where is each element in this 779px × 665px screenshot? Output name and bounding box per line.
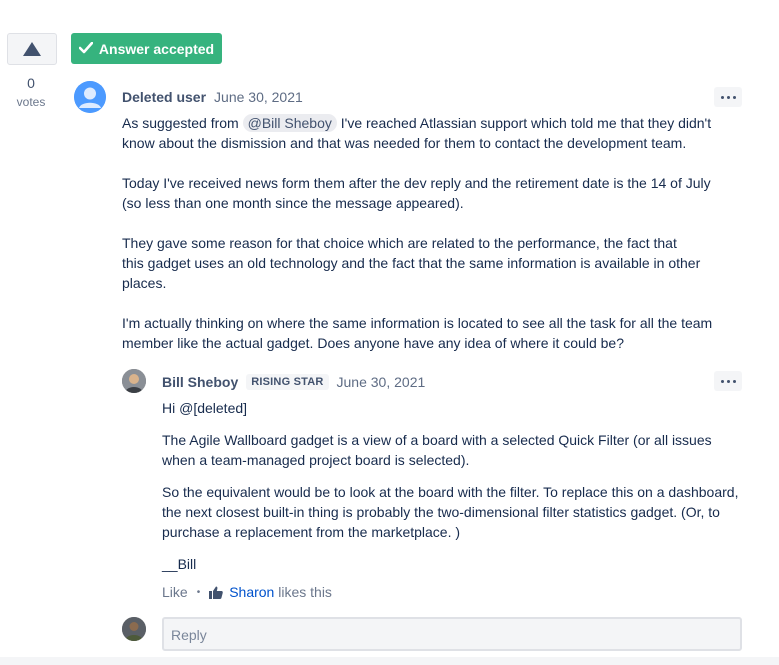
answer-paragraph: I'm actually thinking on where the same … — [122, 315, 713, 351]
avatar[interactable] — [74, 81, 106, 113]
checkmark-icon — [78, 41, 94, 57]
caret-up-icon — [23, 42, 41, 56]
commenter-name[interactable]: Bill Sheboy — [162, 374, 238, 390]
answer-paragraph: Today I've received news form them after… — [122, 175, 711, 211]
like-row: Like • Sharon likes this — [162, 584, 332, 600]
comment-more-button[interactable] — [714, 371, 742, 391]
separator: • — [196, 586, 201, 598]
footer-divider — [0, 657, 779, 665]
vote-label: votes — [16, 95, 46, 109]
author-name[interactable]: Deleted user — [122, 89, 206, 105]
commenter-avatar[interactable] — [122, 369, 146, 393]
user-avatar-icon — [74, 81, 106, 113]
answer-paragraph: As suggested from @Bill Sheboy I've reac… — [122, 114, 712, 151]
more-options-icon — [720, 379, 736, 383]
answer-accepted-badge: Answer accepted — [71, 33, 222, 64]
answer-header: Deleted user June 30, 2021 — [122, 89, 303, 105]
comment-date[interactable]: June 30, 2021 — [337, 374, 426, 390]
comment-paragraph: The Agile Wallboard gadget is a view of … — [162, 432, 712, 468]
post-date[interactable]: June 30, 2021 — [214, 89, 303, 105]
person-photo-icon — [122, 617, 146, 641]
comment-body: Hi @[deleted] The Agile Wallboard gadget… — [162, 398, 740, 574]
answer-accepted-label: Answer accepted — [98, 40, 215, 57]
like-button[interactable]: Like — [162, 584, 188, 600]
answer-paragraph: They gave some reason for that choice wh… — [122, 235, 701, 291]
upvote-button[interactable] — [7, 33, 57, 65]
answer-body: As suggested from @Bill Sheboy I've reac… — [122, 113, 722, 353]
vote-count: 0 — [27, 75, 35, 91]
comment-header: Bill Sheboy RISING STAR June 30, 2021 — [162, 374, 425, 390]
likes-suffix: likes this — [274, 584, 332, 600]
comment-signature: __Bill — [162, 556, 197, 572]
comment-greeting: Hi @[deleted] — [162, 400, 248, 416]
answer-more-button[interactable] — [714, 87, 742, 107]
comment-paragraph: So the equivalent would be to look at th… — [162, 484, 739, 540]
liker-link[interactable]: Sharon — [229, 584, 274, 600]
reply-input[interactable]: Reply — [162, 617, 742, 651]
thumbs-up-icon — [209, 586, 223, 599]
current-user-avatar — [122, 617, 146, 641]
more-options-icon — [720, 95, 736, 99]
person-photo-icon — [122, 369, 146, 393]
rank-badge: RISING STAR — [246, 374, 329, 390]
mention-link[interactable]: @Bill Sheboy — [242, 114, 337, 132]
